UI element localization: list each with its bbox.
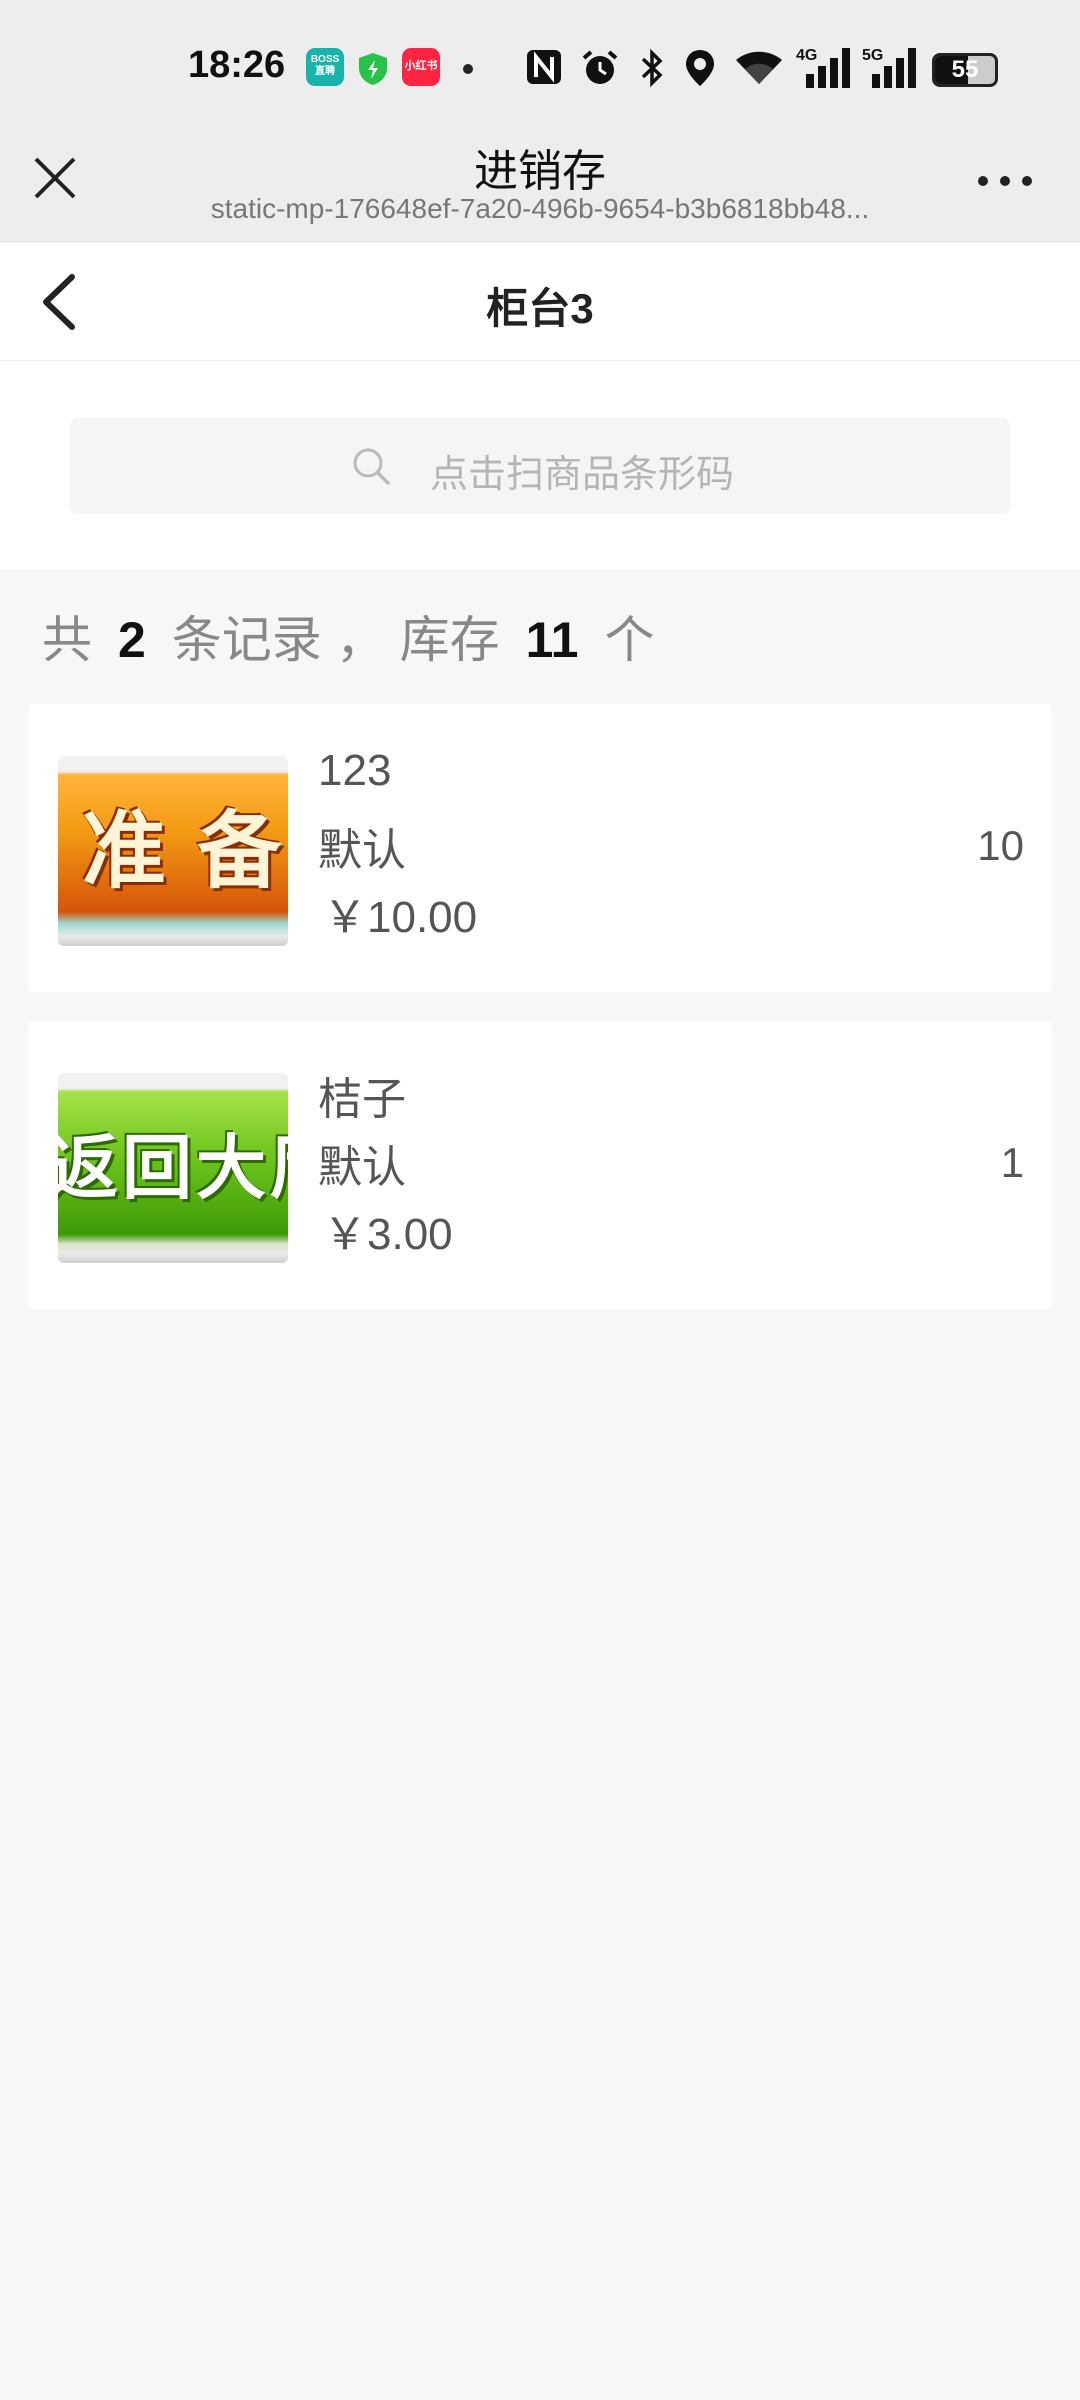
mini-program-header: 进销存 static-mp-176648ef-7a20-496b-9654-b3…: [0, 135, 1080, 243]
svg-text:5G: 5G: [862, 47, 883, 64]
nfc-icon: [525, 48, 563, 91]
product-price: ￥10.00: [323, 893, 478, 942]
summary-suffix: 个: [604, 612, 655, 668]
search-placeholder: 点击扫商品条形码: [430, 454, 735, 496]
page-title: 柜台3: [486, 285, 594, 332]
boss-zhipin-icon: BOSS 直聘: [306, 48, 344, 86]
product-spec: 默认: [318, 826, 406, 875]
svg-text:4G: 4G: [796, 47, 817, 64]
battery-level: 55: [951, 56, 979, 83]
stock-count: 11: [525, 612, 579, 668]
notification-dot-icon: [462, 62, 474, 80]
alarm-icon: [580, 48, 620, 93]
product-spec: 默认: [318, 1143, 406, 1192]
product-image-label: 返回大厅: [58, 1129, 288, 1207]
status-time: 18:26: [188, 44, 286, 86]
battery-icon: 55: [932, 53, 998, 87]
xiaohongshu-icon: 小红书: [402, 48, 440, 86]
product-image: 准 备: [58, 756, 288, 946]
summary-middle: 条记录 ， 库存: [171, 612, 500, 668]
page-nav-bar: 柜台3: [0, 243, 1080, 361]
record-count: 2: [118, 612, 146, 668]
product-card[interactable]: 准 备 123 默认 ￥10.00 10: [28, 704, 1052, 992]
location-icon: [683, 48, 717, 93]
signal-5g-icon: 5G: [862, 44, 918, 95]
product-card[interactable]: 返回大厅 桔子 默认 ￥3.00 1: [28, 1021, 1052, 1309]
product-price: ￥3.00: [323, 1210, 453, 1259]
product-name: 123: [318, 746, 392, 795]
barcode-search-input[interactable]: 点击扫商品条形码: [70, 418, 1010, 514]
product-name: 桔子: [318, 1075, 406, 1124]
product-image: 返回大厅: [58, 1073, 288, 1263]
product-quantity: 10: [977, 822, 1024, 869]
search-icon: [350, 445, 392, 487]
bluetooth-icon: [640, 48, 664, 93]
summary-prefix: 共: [42, 612, 92, 668]
status-bar: 18:26 BOSS 直聘 小红书 4G 5G 55: [0, 0, 1080, 135]
wifi-icon: [733, 48, 785, 93]
security-shield-icon: [357, 52, 389, 91]
records-summary: 共 2 条记录 ， 库存 11 个: [42, 600, 654, 672]
product-quantity: 1: [1000, 1139, 1024, 1186]
mini-program-subtitle: static-mp-176648ef-7a20-496b-9654-b3b681…: [210, 193, 870, 224]
mini-program-title: 进销存: [474, 147, 606, 196]
product-image-label: 准 备: [82, 804, 286, 898]
more-options-icon[interactable]: [975, 171, 1035, 191]
search-section: 点击扫商品条形码: [0, 361, 1080, 569]
signal-4g-icon: 4G: [796, 44, 852, 95]
